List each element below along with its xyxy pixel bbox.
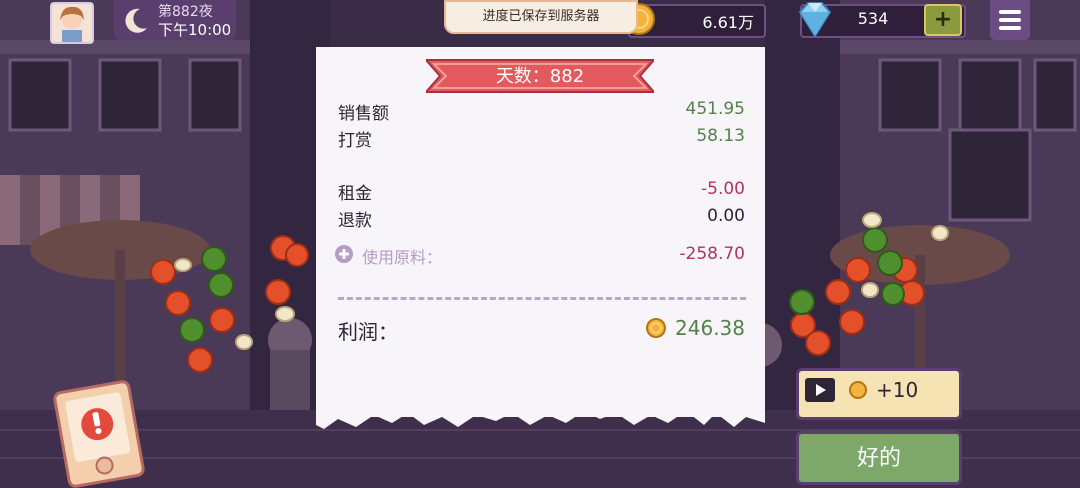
ingredients-value: -258.70: [679, 244, 745, 264]
receipt-divider: [338, 297, 746, 300]
hamburger-icon: [999, 10, 1021, 14]
refund-label: 退款: [338, 211, 372, 231]
ok-button-label[interactable]: 好的: [796, 440, 962, 472]
coin-icon: [849, 381, 867, 399]
expand-plus-icon[interactable]: [334, 244, 354, 264]
video-play-icon: [805, 378, 835, 402]
game-screen: 第882夜 下午10:00 6.61万 进度已保存到服务器 534 + 天数：8…: [0, 0, 1080, 488]
save-toast: 进度已保存到服务器: [444, 0, 638, 34]
day-title: 天数：882: [495, 66, 585, 87]
chef-portrait-icon: [52, 4, 92, 42]
ingredients-label[interactable]: 使用原料：: [362, 244, 442, 268]
tips-value: 58.13: [696, 126, 745, 146]
profit-value: 246.38: [675, 316, 745, 340]
profit-label: 利润：: [338, 320, 398, 344]
exclamation-icon: [65, 392, 131, 475]
alert-card-button[interactable]: [52, 378, 146, 488]
sales-value: 451.95: [685, 99, 745, 119]
receipt-torn-edge: [316, 405, 765, 429]
night-count: 第882夜: [158, 4, 213, 20]
gem-amount: 534: [857, 9, 889, 28]
moon-icon: [125, 8, 147, 33]
coin-amount: 6.61万: [702, 13, 754, 32]
refund-value: 0.00: [707, 206, 745, 226]
sales-label: 销售额: [338, 104, 389, 124]
tips-label: 打赏: [338, 131, 372, 151]
diamond-icon: [798, 2, 832, 38]
menu-button[interactable]: [990, 0, 1030, 40]
player-avatar[interactable]: [50, 2, 94, 44]
add-gems-button[interactable]: +: [924, 4, 962, 36]
ad-reward-amount: +10: [876, 378, 919, 402]
rent-label: 租金: [338, 184, 372, 204]
game-clock: 下午10:00: [158, 21, 232, 39]
rent-value: -5.00: [701, 179, 745, 199]
